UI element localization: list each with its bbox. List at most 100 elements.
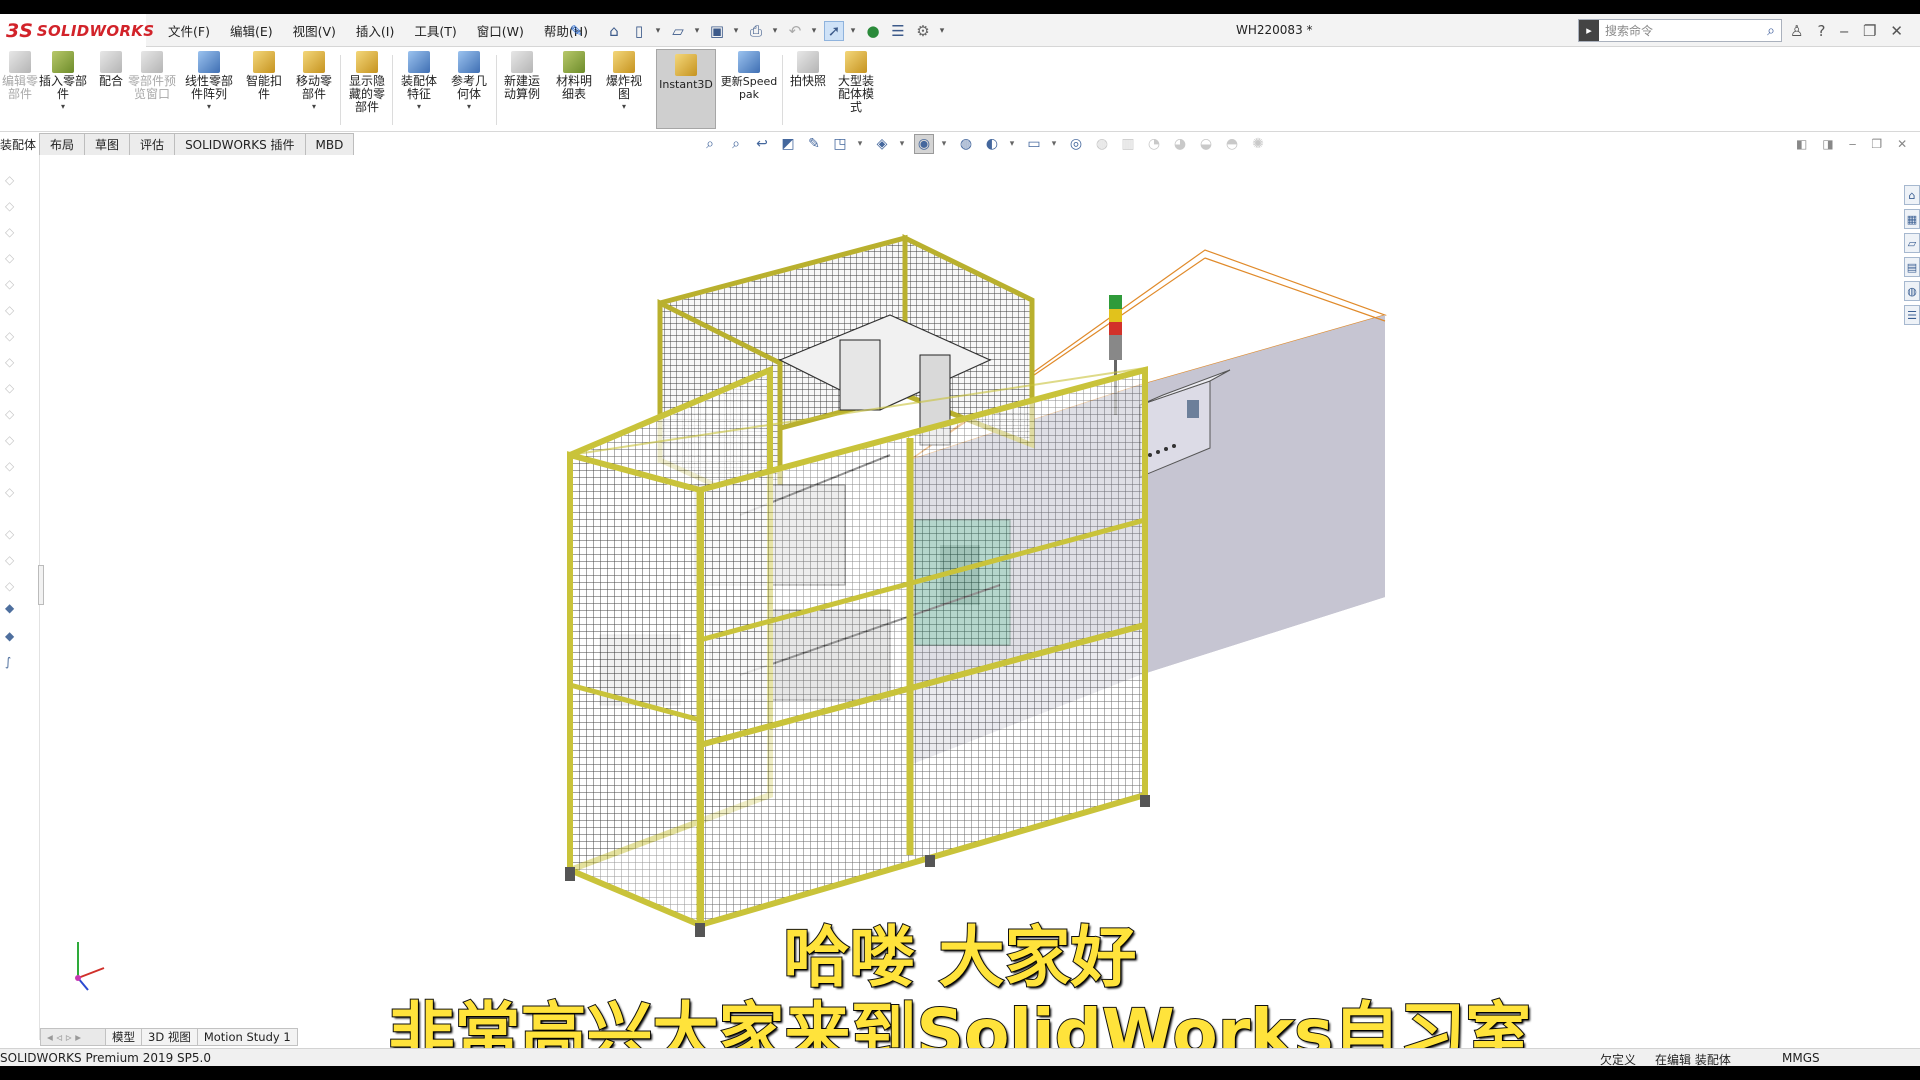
- open-folder-icon[interactable]: ▱: [668, 21, 688, 41]
- chevron-down-icon[interactable]: ▾: [849, 21, 857, 41]
- chevron-down-icon[interactable]: ▾: [938, 21, 946, 41]
- hide-show-items-icon[interactable]: ◉: [914, 134, 934, 154]
- chevron-down-icon[interactable]: ▾: [856, 134, 864, 154]
- feature-item-icon[interactable]: ◇: [5, 277, 19, 291]
- tab-3d-views[interactable]: 3D 视图: [141, 1028, 198, 1046]
- section-view-icon[interactable]: ◩: [778, 134, 798, 154]
- feature-item-icon[interactable]: ◇: [5, 527, 19, 541]
- perspective-icon[interactable]: ◔: [1144, 134, 1164, 154]
- new-document-icon[interactable]: ▯: [629, 21, 649, 41]
- large-assembly-mode-button[interactable]: 大型装配体模式: [834, 51, 878, 114]
- ambient-occlusion-icon[interactable]: ▥: [1118, 134, 1138, 154]
- tab-assembly[interactable]: 装配体: [0, 133, 41, 155]
- take-snapshot-button[interactable]: 拍快照: [786, 51, 830, 88]
- cartoon-icon[interactable]: ◕: [1170, 134, 1190, 154]
- design-library-icon[interactable]: ▦: [1904, 209, 1920, 229]
- chevron-down-icon[interactable]: ▾: [898, 134, 906, 154]
- chevron-down-icon[interactable]: ▾: [1050, 134, 1058, 154]
- custom-properties-icon[interactable]: ☰: [1904, 305, 1920, 325]
- mate-group-icon[interactable]: ◆: [5, 629, 19, 643]
- tab-model[interactable]: 模型: [105, 1028, 142, 1046]
- user-account-icon[interactable]: ♙: [1790, 22, 1803, 40]
- instant3d-button[interactable]: Instant3D: [656, 49, 716, 129]
- feature-item-icon[interactable]: ◇: [5, 433, 19, 447]
- feature-item-icon[interactable]: ◇: [5, 553, 19, 567]
- chevron-down-icon[interactable]: ▾: [654, 21, 662, 41]
- menu-view[interactable]: 视图(V): [293, 21, 336, 40]
- feature-item-icon[interactable]: ◇: [5, 225, 19, 239]
- insert-component-button[interactable]: 插入零部件 ▾: [38, 51, 88, 111]
- mate-button[interactable]: 配合: [96, 51, 126, 88]
- feature-item-icon[interactable]: ◇: [5, 251, 19, 265]
- search-mode-icon[interactable]: ▸: [1579, 20, 1599, 41]
- undo-icon[interactable]: ↶: [785, 21, 805, 41]
- edit-component-button[interactable]: 编辑零部件: [0, 51, 40, 101]
- component-icon[interactable]: ◆: [5, 601, 19, 615]
- home-icon[interactable]: ⌂: [604, 21, 624, 41]
- move-component-button[interactable]: 移动零部件 ▾: [292, 51, 336, 111]
- options-gear-icon[interactable]: ⚙: [913, 21, 933, 41]
- menu-edit[interactable]: 编辑(E): [230, 21, 273, 40]
- chevron-down-icon[interactable]: ▾: [312, 102, 316, 111]
- rebuild-traffic-light-icon[interactable]: ●: [863, 21, 883, 41]
- menu-tools[interactable]: 工具(T): [414, 21, 456, 40]
- realview-icon[interactable]: ◎: [1066, 134, 1086, 154]
- view-settings-icon[interactable]: ▭: [1024, 134, 1044, 154]
- bill-of-materials-button[interactable]: 材料明细表: [552, 51, 596, 101]
- doc-minimize-icon[interactable]: ‒: [1849, 137, 1857, 151]
- menu-insert[interactable]: 插入(I): [356, 21, 394, 40]
- apply-scene-icon[interactable]: ◐: [982, 134, 1002, 154]
- new-motion-study-button[interactable]: 新建运动算例: [500, 51, 544, 101]
- update-speedpak-button[interactable]: 更新Speedpak: [720, 51, 778, 101]
- minimize-icon[interactable]: ‒: [1839, 22, 1849, 40]
- chevron-down-icon[interactable]: ▾: [467, 102, 471, 111]
- chevron-down-icon[interactable]: ▾: [810, 21, 818, 41]
- feature-item-icon[interactable]: ◇: [5, 199, 19, 213]
- chevron-down-icon[interactable]: ▾: [61, 102, 65, 111]
- feature-item-icon[interactable]: ◇: [5, 579, 19, 593]
- search-input[interactable]: 搜索命令: [1605, 22, 1767, 39]
- file-properties-icon[interactable]: ☰: [888, 21, 908, 41]
- help-icon[interactable]: ?: [1817, 22, 1825, 40]
- feature-item-icon[interactable]: ◇: [5, 407, 19, 421]
- view-palette-icon[interactable]: ▤: [1904, 257, 1920, 277]
- motion-icon[interactable]: ∫: [5, 655, 19, 669]
- search-commands-box[interactable]: ▸ 搜索命令 ⌕: [1578, 19, 1782, 42]
- feature-item-icon[interactable]: ◇: [5, 355, 19, 369]
- save-icon[interactable]: ▣: [707, 21, 727, 41]
- zoom-to-area-icon[interactable]: ⌕: [726, 134, 746, 154]
- print-icon[interactable]: ⎙: [746, 21, 766, 41]
- component-preview-button[interactable]: 零部件预览窗口: [128, 51, 176, 101]
- assembly-model[interactable]: [40, 155, 1904, 1040]
- home-icon[interactable]: ⌂: [1904, 185, 1920, 205]
- chevron-down-icon[interactable]: ▾: [693, 21, 701, 41]
- doc-close-icon[interactable]: ✕: [1897, 137, 1907, 151]
- tab-scroll-arrows[interactable]: ◂ ◃ ▹ ▸: [40, 1028, 106, 1046]
- pin-menu-icon[interactable]: ✎: [570, 22, 583, 40]
- feature-item-icon[interactable]: ◇: [5, 459, 19, 473]
- previous-view-icon[interactable]: ↩: [752, 134, 772, 154]
- solidworks-logo[interactable]: 3S SOLIDWORKS: [0, 14, 154, 47]
- restore-icon[interactable]: ❐: [1863, 22, 1876, 40]
- tab-motion-study-1[interactable]: Motion Study 1: [196, 1028, 298, 1046]
- smart-fasteners-button[interactable]: 智能扣件: [242, 51, 286, 101]
- menu-file[interactable]: 文件(F): [168, 21, 210, 40]
- linear-pattern-button[interactable]: 线性零部件阵列 ▾: [180, 51, 238, 111]
- chevron-down-icon[interactable]: ▾: [417, 102, 421, 111]
- chevron-down-icon[interactable]: ▾: [771, 21, 779, 41]
- units-selector[interactable]: MMGS: [1782, 1051, 1820, 1065]
- tab-solidworks-addins[interactable]: SOLIDWORKS 插件: [174, 133, 306, 155]
- chevron-down-icon[interactable]: ▾: [1008, 134, 1016, 154]
- feature-item-icon[interactable]: ◇: [5, 485, 19, 499]
- tab-evaluate[interactable]: 评估: [129, 133, 176, 155]
- tile-left-icon[interactable]: ◧: [1796, 137, 1807, 151]
- chevron-down-icon[interactable]: ▾: [940, 134, 948, 154]
- show-hidden-components-button[interactable]: 显示隐藏的零部件: [344, 51, 390, 114]
- chevron-down-icon[interactable]: ▾: [207, 102, 211, 111]
- select-pointer-icon[interactable]: ➚: [824, 21, 844, 41]
- appearances-icon[interactable]: ◍: [1904, 281, 1920, 301]
- tab-sketch[interactable]: 草图: [84, 133, 131, 155]
- zoom-to-fit-icon[interactable]: ⌕: [700, 134, 720, 154]
- display-style-icon[interactable]: ◈: [872, 134, 892, 154]
- assembly-features-button[interactable]: 装配体特征 ▾: [396, 51, 442, 111]
